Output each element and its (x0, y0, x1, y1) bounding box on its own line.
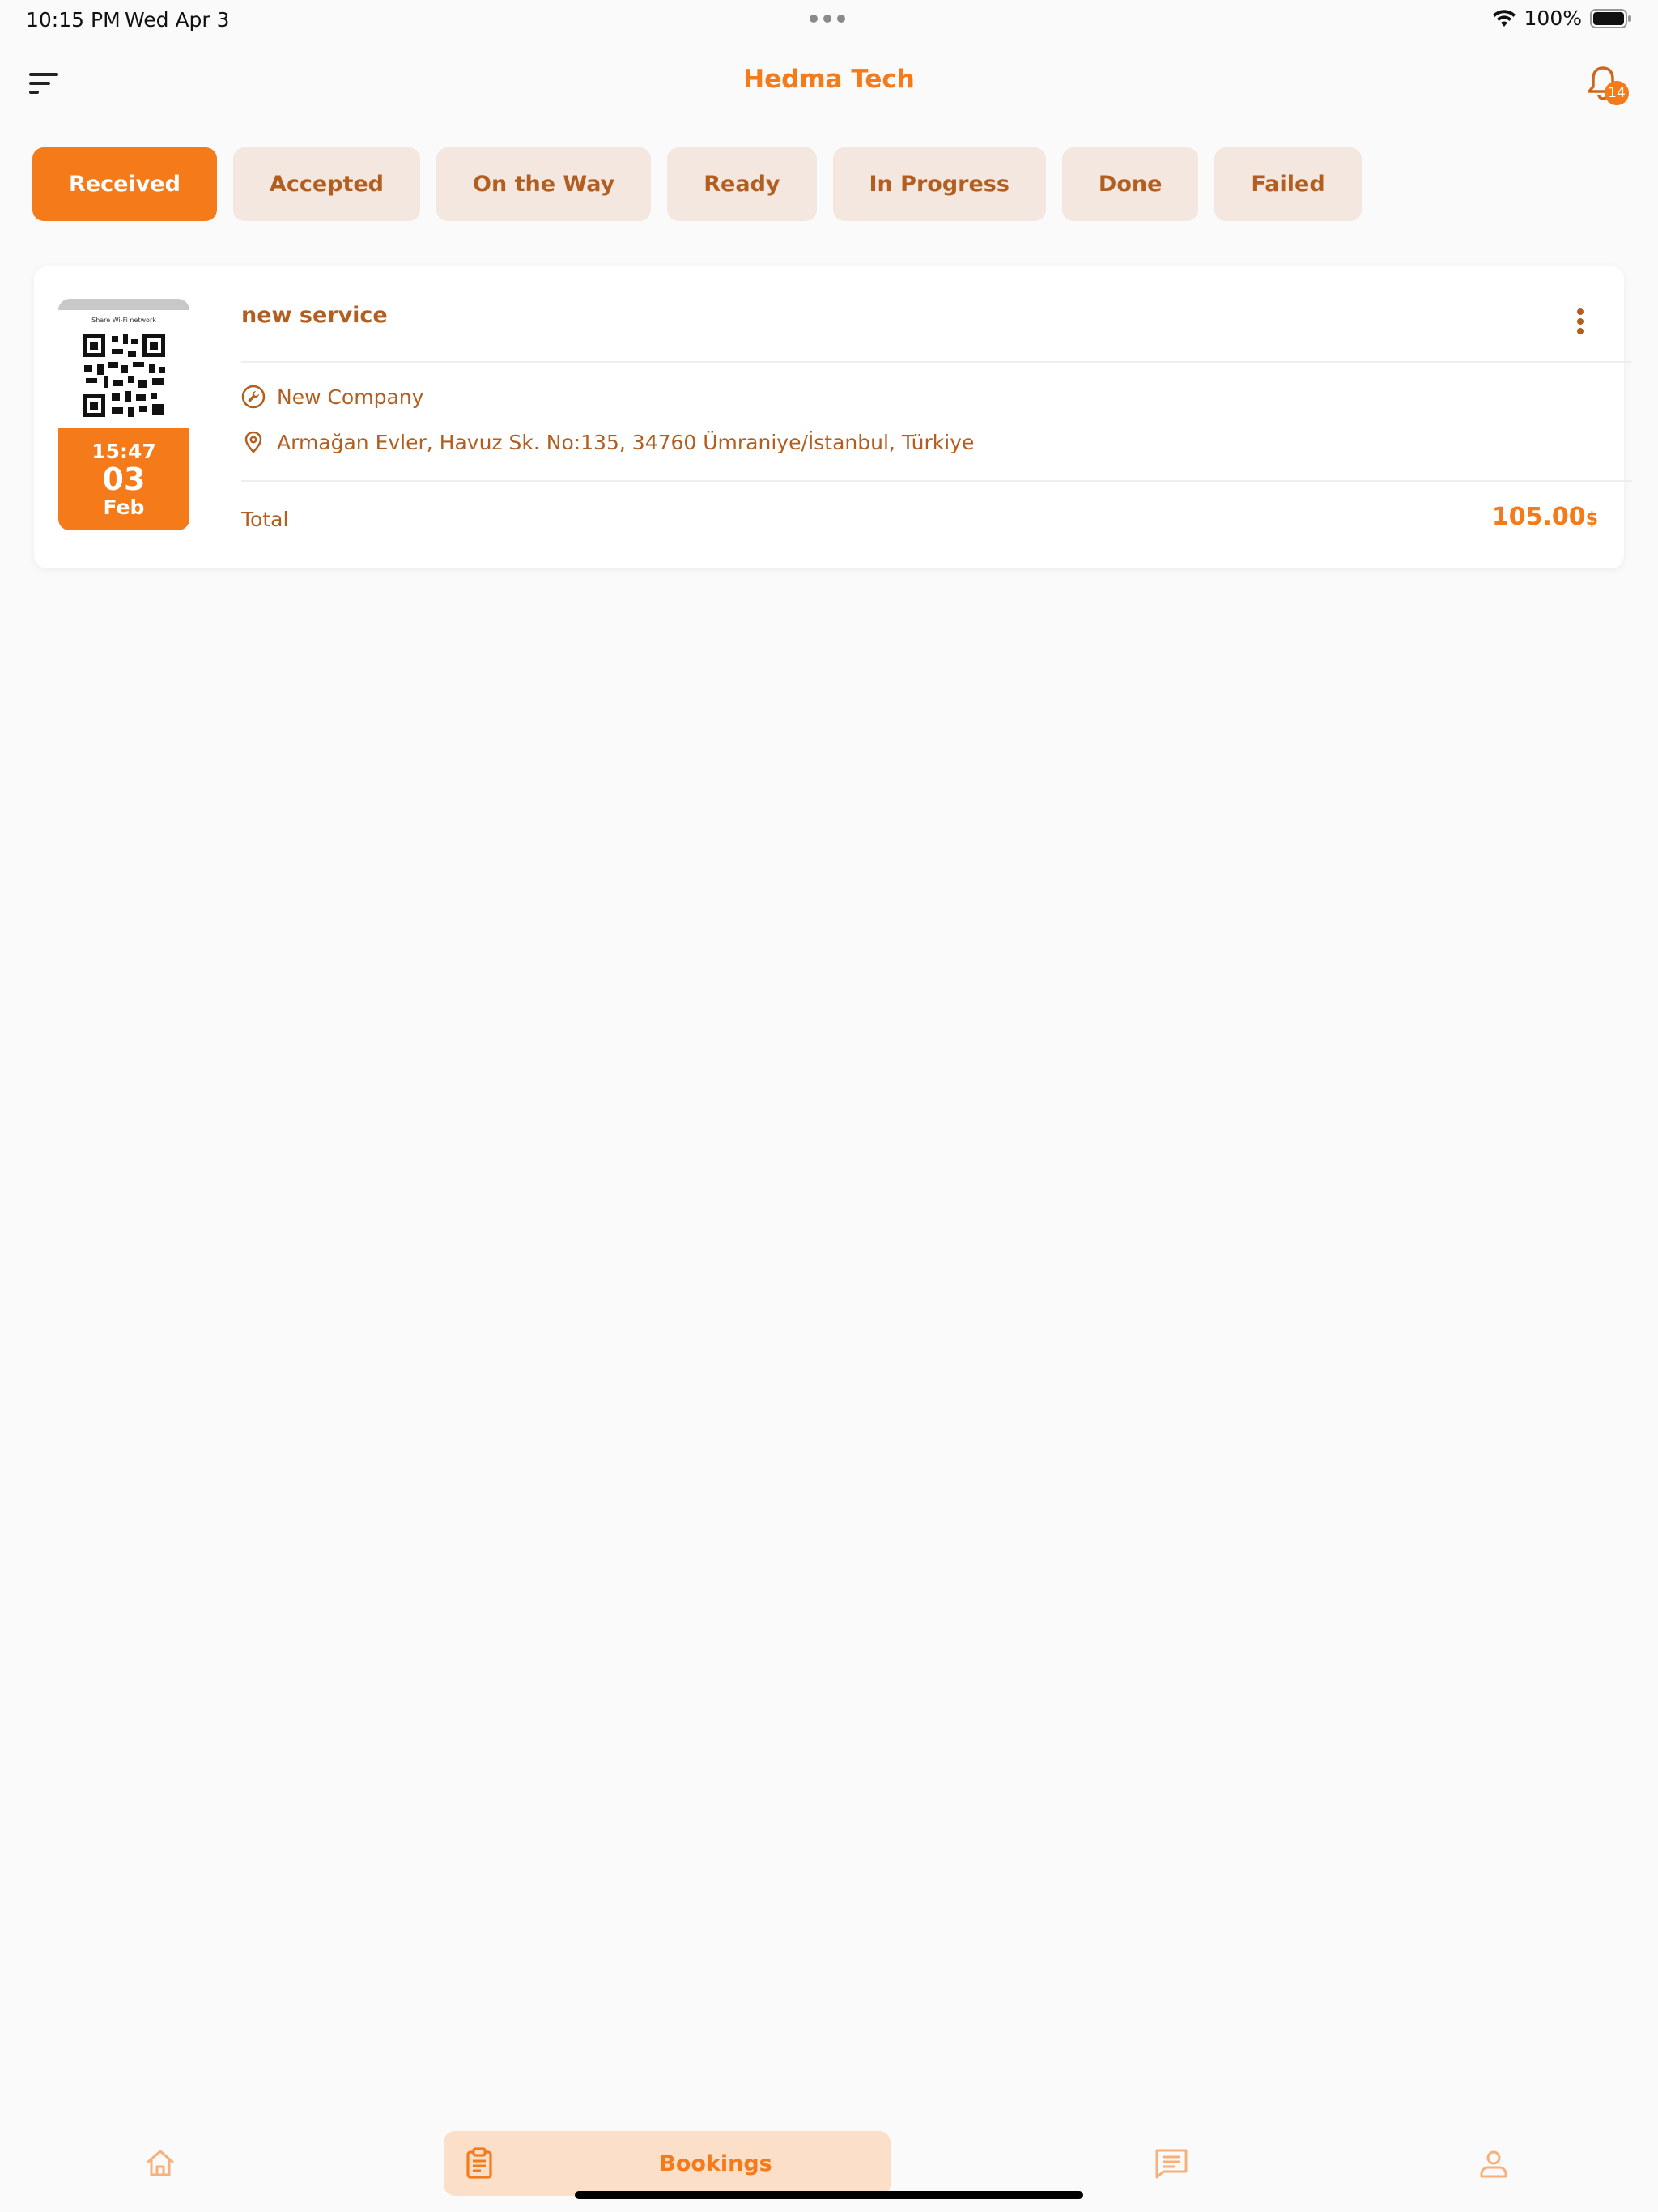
tab-accepted[interactable]: Accepted (232, 147, 421, 221)
currency-symbol: $ (1585, 509, 1598, 530)
service-name: new service (241, 303, 388, 328)
status-bar: 10:15 PM Wed Apr 3 100% (0, 0, 1658, 39)
booking-day: 03 (102, 462, 146, 497)
battery-percentage: 100% (1524, 6, 1582, 30)
clipboard-icon (466, 2147, 492, 2179)
company-row: New Company (241, 385, 423, 409)
nav-messages[interactable] (1153, 2131, 1190, 2196)
nav-home[interactable] (138, 2131, 183, 2196)
status-tabs: Received Accepted On the Way Ready In Pr… (32, 147, 1362, 221)
card-divider (241, 361, 1632, 363)
status-date: Wed Apr 3 (125, 8, 230, 32)
booking-card[interactable]: Share Wi-Fi network 15:47 03 Feb new ser… (34, 266, 1632, 568)
bookings-screen: 10:15 PM Wed Apr 3 100% Hedma Tech 14 Re… (0, 0, 1658, 2212)
wrench-icon (241, 385, 266, 409)
home-indicator (575, 2191, 1083, 2199)
user-icon (1480, 2150, 1507, 2178)
card-divider (241, 480, 1632, 482)
thumbnail-image: Share Wi-Fi network (58, 299, 189, 428)
total-amount: 105.00 (1491, 503, 1586, 531)
address-row: Armağan Evler, Havuz Sk. No:135, 34760 Ü… (241, 430, 974, 454)
notifications-button[interactable]: 14 (1587, 65, 1629, 105)
tab-done[interactable]: Done (1061, 147, 1199, 221)
booking-thumbnail: Share Wi-Fi network 15:47 03 Feb (58, 299, 189, 530)
wifi-icon (1492, 9, 1516, 27)
location-pin-icon (244, 431, 262, 453)
booking-month: Feb (103, 496, 145, 519)
status-indicators: 100% (1492, 6, 1632, 30)
notification-badge: 14 (1605, 81, 1629, 105)
company-name: New Company (277, 385, 424, 409)
nav-bookings[interactable]: Bookings (444, 2131, 891, 2196)
total-value: 105.00$ (1492, 503, 1598, 531)
tab-failed[interactable]: Failed (1214, 147, 1362, 221)
chat-icon (1155, 2149, 1188, 2179)
tab-in-progress[interactable]: In Progress (832, 147, 1046, 221)
total-label: Total (241, 508, 289, 531)
nav-bookings-label: Bookings (659, 2150, 772, 2176)
booking-address: Armağan Evler, Havuz Sk. No:135, 34760 Ü… (277, 430, 975, 454)
battery-icon (1590, 8, 1631, 28)
booking-time: 15:47 (91, 440, 156, 463)
nav-profile[interactable] (1475, 2131, 1512, 2196)
qr-code-icon (79, 331, 168, 420)
multitasking-dots-icon[interactable] (810, 15, 845, 23)
tab-ready[interactable]: Ready (667, 147, 817, 221)
app-title: Hedma Tech (743, 65, 915, 94)
booking-date-badge: 15:47 03 Feb (58, 428, 189, 530)
tab-received[interactable]: Received (32, 147, 217, 221)
tab-on-the-way[interactable]: On the Way (436, 147, 652, 221)
more-options-icon[interactable] (1571, 305, 1590, 338)
thumbnail-caption: Share Wi-Fi network (91, 317, 156, 324)
home-icon (147, 2150, 174, 2176)
status-time: 10:15 PM (26, 8, 121, 32)
